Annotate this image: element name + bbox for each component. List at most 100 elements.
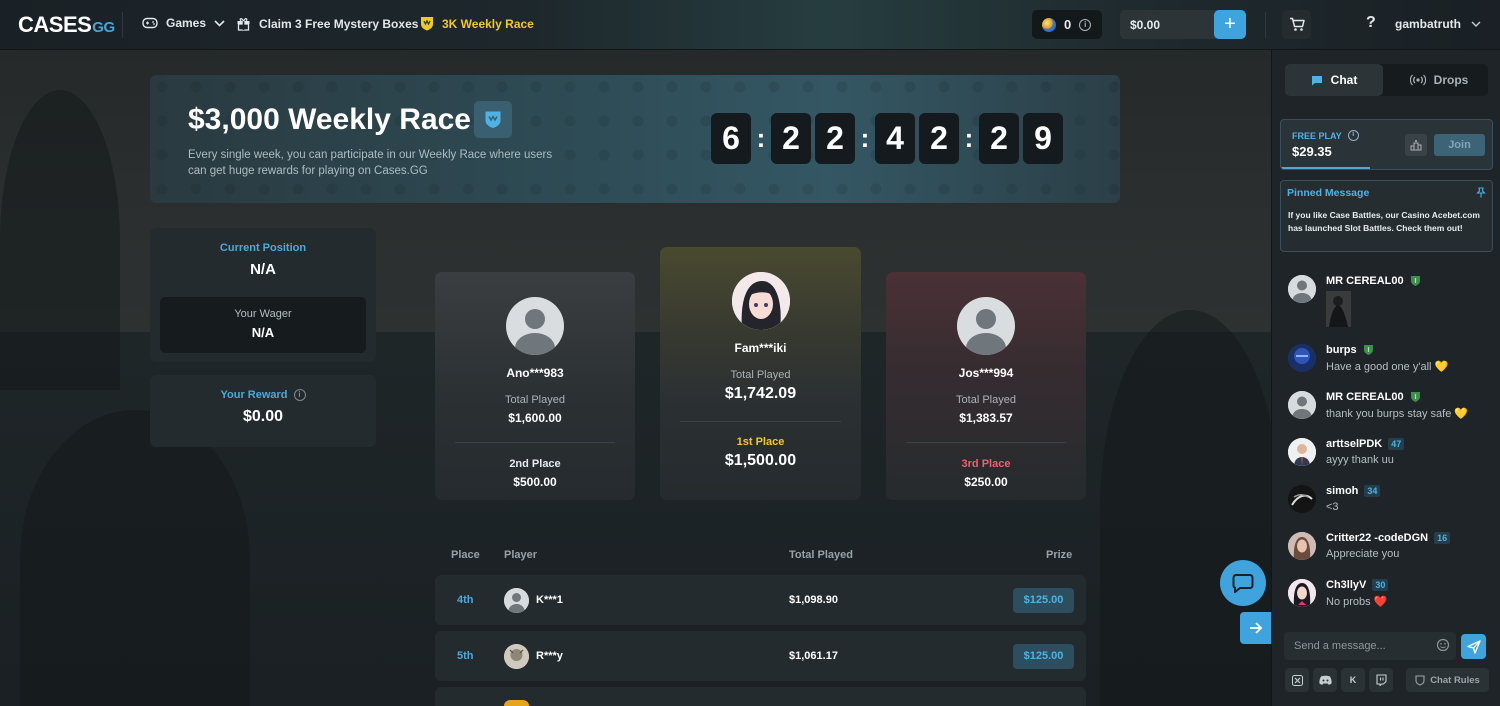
column-header-prize: Prize: [1046, 549, 1073, 561]
chat-text: ayyy thank uu: [1326, 454, 1394, 466]
nav-mystery-boxes[interactable]: Claim 3 Free Mystery Boxes: [236, 16, 418, 31]
current-position-label: Current Position: [219, 242, 307, 254]
tab-chat[interactable]: Chat: [1285, 64, 1383, 96]
help-icon[interactable]: ?: [1366, 14, 1376, 32]
moderator-shield-icon: [1363, 345, 1373, 355]
chat-input-wrapper: [1284, 632, 1456, 660]
discord-link[interactable]: [1313, 668, 1337, 692]
nav-games[interactable]: Games: [142, 16, 225, 30]
kick-link[interactable]: K: [1341, 668, 1365, 692]
row-total: $1,061.17: [789, 650, 838, 662]
info-icon[interactable]: i: [1079, 18, 1092, 31]
wager-label: Your Wager: [234, 308, 292, 320]
join-button[interactable]: Join: [1434, 134, 1485, 156]
avatar[interactable]: [1288, 344, 1316, 372]
chat-text: Have a good one y'all 💛: [1326, 361, 1449, 373]
user-menu[interactable]: gambatruth: [1395, 17, 1481, 31]
info-icon[interactable]: i: [293, 389, 306, 401]
chat-text: thank you burps stay safe 💛: [1326, 408, 1469, 420]
total-played-value: $1,383.57: [959, 411, 1013, 425]
avatar[interactable]: [1288, 485, 1316, 513]
cart-button[interactable]: [1282, 10, 1311, 39]
nav-race-label: 3K Weekly Race: [442, 16, 534, 31]
avatar: [504, 700, 529, 706]
chat-username[interactable]: MR CEREAL00: [1326, 275, 1404, 287]
total-played-value: $1,600.00: [508, 411, 562, 425]
discord-icon: [1318, 675, 1332, 685]
chat-bubble-icon: [1232, 574, 1254, 593]
chat-image[interactable]: [1326, 291, 1351, 327]
row-prize: $125.00: [1013, 588, 1074, 613]
info-icon[interactable]: i: [1347, 130, 1359, 141]
avatar[interactable]: [1288, 391, 1316, 419]
site-logo[interactable]: CASESGG: [18, 12, 115, 38]
current-position-panel: Current Position N/A Your Wager N/A: [150, 228, 376, 362]
chat-username[interactable]: simoh: [1326, 485, 1358, 497]
deposit-button[interactable]: +: [1214, 10, 1246, 39]
avatar[interactable]: [1288, 532, 1316, 560]
anime-avatar-image: [731, 272, 790, 330]
place-label: 2nd Place: [509, 458, 561, 470]
pinned-title: Pinned Message: [1287, 187, 1370, 199]
race-description: Every single week, you can participate i…: [188, 149, 553, 177]
podium-card-second: Ano***983 Total Played $1,600.00 2nd Pla…: [435, 272, 635, 500]
chat-username[interactable]: Critter22 -codeDGN: [1326, 532, 1428, 544]
row-total: $1,098.90: [789, 594, 838, 606]
chat-username[interactable]: Ch3llyV: [1326, 579, 1366, 591]
emoji-icon[interactable]: [1436, 638, 1450, 652]
level-badge: 30: [1372, 579, 1389, 591]
row-prize: $125.00: [1013, 644, 1074, 669]
level-badge: 34: [1364, 485, 1381, 497]
chat-input[interactable]: [1284, 632, 1434, 660]
row-place: 4th: [457, 594, 474, 606]
wager-panel: Your Wager N/A: [160, 297, 366, 353]
podium-name: Fam***iki: [734, 341, 787, 355]
username: gambatruth: [1395, 17, 1461, 31]
chat-username[interactable]: burps: [1326, 344, 1357, 356]
x-twitter-link[interactable]: [1285, 668, 1309, 692]
send-button[interactable]: [1461, 634, 1486, 659]
timer-digit: 4: [875, 113, 915, 164]
avatar[interactable]: [1288, 275, 1316, 303]
avatar[interactable]: [1288, 438, 1316, 466]
nav-weekly-race[interactable]: 3K Weekly Race: [420, 16, 534, 31]
table-row: [435, 687, 1086, 706]
wallet: $0.00 +: [1120, 10, 1246, 39]
avatar[interactable]: [1288, 579, 1316, 607]
table-row: 4th K***1 $1,098.90 $125.00: [435, 575, 1086, 625]
chat-rules-button[interactable]: Chat Rules: [1406, 668, 1489, 692]
timer-digit: 2: [979, 113, 1019, 164]
nav-mystery-label: Claim 3 Free Mystery Boxes: [259, 16, 419, 31]
nav-games-label: Games: [166, 16, 207, 30]
divider: [122, 12, 123, 38]
chevron-down-icon: [1471, 21, 1481, 27]
total-played-label: Total Played: [956, 394, 1016, 406]
shield-icon: [421, 17, 433, 31]
tab-chat-label: Chat: [1330, 73, 1358, 87]
x-twitter-icon: [1291, 674, 1303, 686]
rain-button[interactable]: [1405, 134, 1427, 156]
gamepad-icon: [142, 17, 158, 29]
timer-digit: 2: [815, 113, 855, 164]
coin-balance[interactable]: 0 i: [1032, 10, 1102, 39]
chat-username[interactable]: MR CEREAL00: [1326, 391, 1404, 403]
chat-icon: [1311, 75, 1322, 85]
podium-name: Jos***994: [958, 366, 1014, 380]
twitch-link[interactable]: [1369, 668, 1393, 692]
tab-drops[interactable]: Drops: [1390, 64, 1488, 96]
chat-username[interactable]: arttselPDK: [1326, 438, 1382, 450]
gift-icon: [237, 18, 250, 31]
column-header-player: Player: [504, 549, 538, 561]
background-palm: [0, 90, 120, 390]
avatar: [957, 297, 1015, 355]
pin-icon[interactable]: [1476, 187, 1486, 198]
cart-icon: [1289, 17, 1305, 31]
arrow-right-icon: [1250, 622, 1263, 634]
timer-separator: :: [964, 123, 974, 153]
podium-name: Ano***983: [506, 366, 564, 380]
prize-value: $1,500.00: [724, 452, 797, 469]
collapse-sidebar-button[interactable]: [1240, 612, 1272, 644]
chat-toggle-button[interactable]: [1220, 560, 1266, 606]
podium-card-third: Jos***994 Total Played $1,383.57 3rd Pla…: [886, 272, 1086, 500]
chevron-down-icon: [214, 19, 225, 27]
